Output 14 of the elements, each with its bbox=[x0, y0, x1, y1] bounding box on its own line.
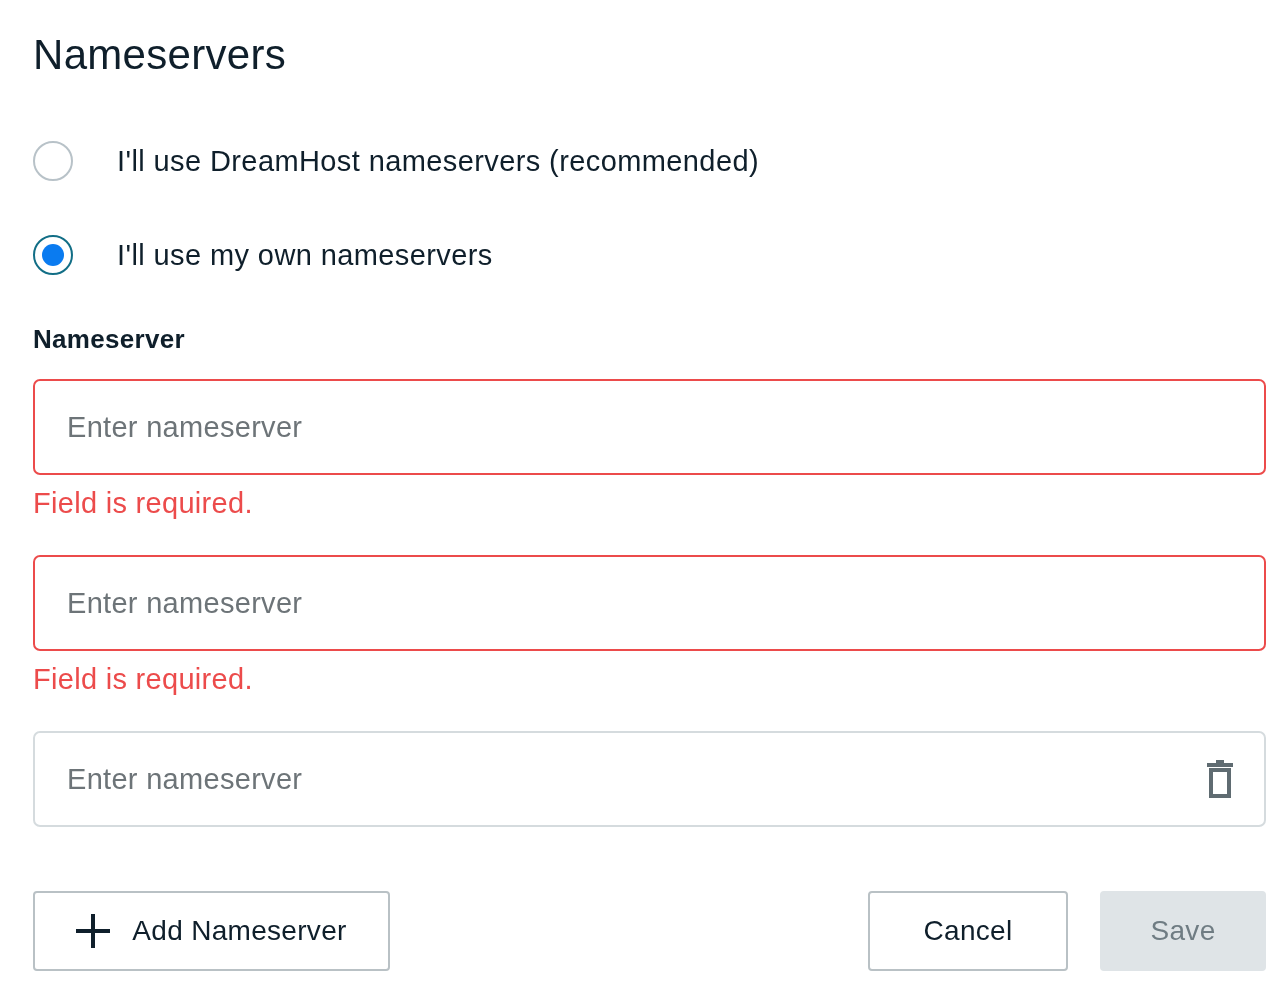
add-nameserver-button[interactable]: Add Nameserver bbox=[33, 891, 390, 971]
page-title: Nameservers bbox=[33, 30, 288, 80]
radio-button[interactable] bbox=[33, 235, 73, 275]
radio-label[interactable]: I'll use my own nameservers bbox=[117, 238, 493, 272]
error-message: Field is required. bbox=[33, 486, 254, 521]
trash-icon[interactable] bbox=[1206, 759, 1234, 799]
nameserver-input[interactable]: Enter nameserver bbox=[33, 555, 1266, 651]
radio-button[interactable] bbox=[33, 141, 73, 181]
plus-icon bbox=[76, 914, 111, 948]
cancel-button[interactable]: Cancel bbox=[868, 891, 1068, 971]
field-label: Nameserver bbox=[33, 324, 186, 355]
error-message: Field is required. bbox=[33, 662, 254, 697]
radio-label[interactable]: I'll use DreamHost nameservers (recommended) bbox=[117, 144, 759, 178]
nameserver-input[interactable]: Enter nameserver bbox=[33, 379, 1266, 475]
